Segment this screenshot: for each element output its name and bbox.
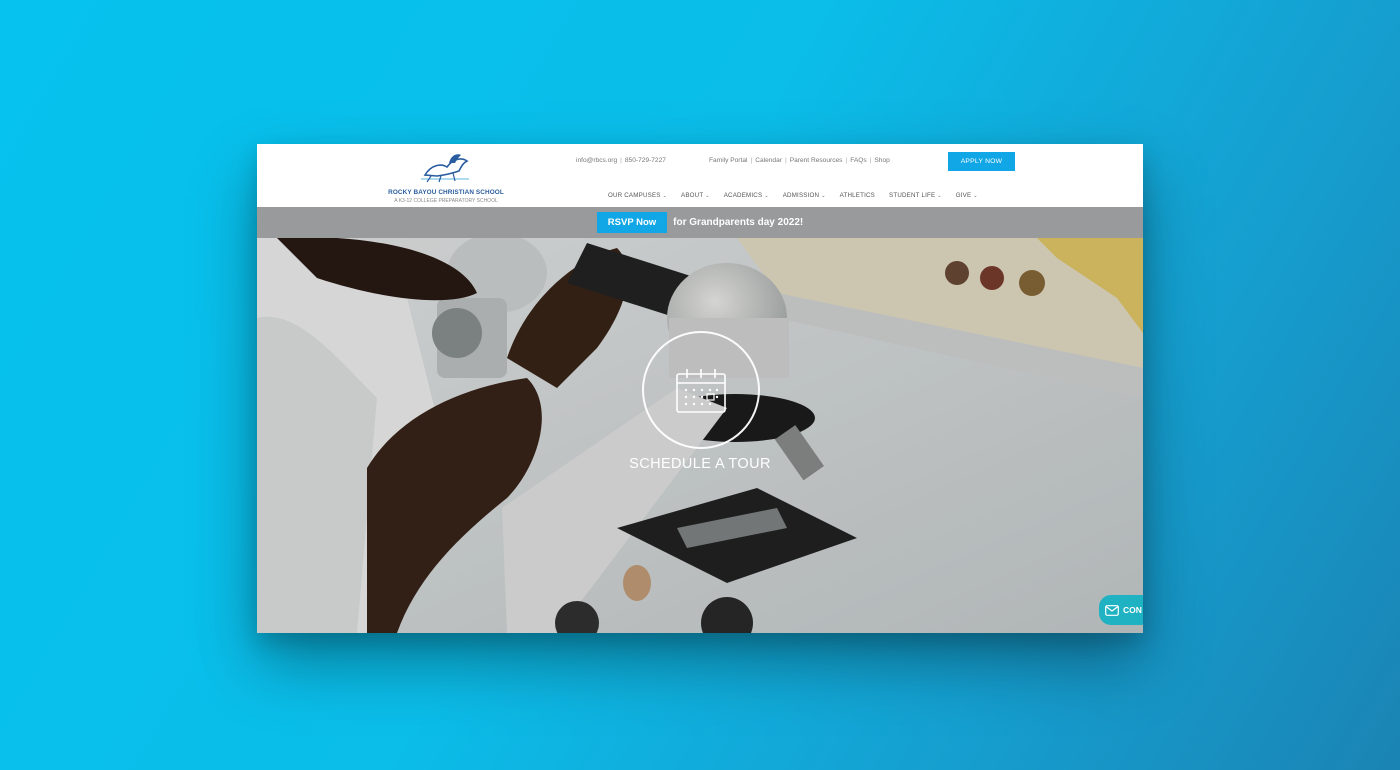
site-header: ROCKY BAYOU CHRISTIAN SCHOOL A K3-12 COL… [257, 144, 1143, 207]
nav-item-admission[interactable]: ADMISSION ⌄ [783, 192, 826, 199]
chevron-down-icon: ⌄ [705, 192, 710, 199]
nav-item-student-life[interactable]: STUDENT LIFE ⌄ [889, 192, 942, 199]
calendar-icon [676, 369, 726, 413]
nav-item-about[interactable]: ABOUT ⌄ [681, 192, 710, 199]
nav-label: OUR CAMPUSES [608, 192, 661, 199]
chevron-down-icon: ⌄ [937, 192, 942, 199]
banner-text: for Grandparents day 2022! [673, 217, 804, 228]
envelope-icon [1105, 604, 1119, 616]
nav-item-athletics[interactable]: ATHLETICS [840, 192, 875, 199]
nav-label: ADMISSION [782, 192, 820, 199]
chevron-down-icon: ⌄ [764, 192, 769, 199]
nav-label: ACADEMICS [723, 192, 763, 199]
nav-item-give[interactable]: GIVE ⌄ [956, 192, 978, 199]
school-logo[interactable]: ROCKY BAYOU CHRISTIAN SCHOOL A K3-12 COL… [385, 151, 507, 204]
contact-info: info@rbcs.org | 850-729-7227 [576, 157, 666, 164]
rsvp-now-button[interactable]: RSVP Now [596, 212, 668, 233]
main-nav: OUR CAMPUSES ⌄ ABOUT ⌄ ACADEMICS ⌄ ADMISSIO… [608, 192, 992, 199]
utility-link-calendar[interactable]: Calendar [755, 157, 782, 164]
schedule-tour-label[interactable]: SCHEDULE A TOUR [600, 456, 800, 472]
chevron-down-icon: ⌄ [821, 192, 826, 199]
schedule-tour-button[interactable] [642, 331, 760, 449]
school-tagline: A K3-12 COLLEGE PREPARATORY SCHOOL [394, 198, 498, 204]
chevron-down-icon: ⌄ [973, 192, 978, 199]
utility-link-parent-resources[interactable]: Parent Resources [790, 157, 843, 164]
nav-label: GIVE [955, 192, 972, 199]
horse-rider-logo-icon [421, 154, 469, 183]
nav-label: ATHLETICS [839, 192, 876, 199]
email-link[interactable]: info@rbcs.org [576, 157, 617, 164]
utility-link-shop[interactable]: Shop [874, 157, 889, 164]
nav-label: STUDENT LIFE [889, 192, 936, 199]
chevron-down-icon: ⌄ [662, 192, 667, 199]
nav-label: ABOUT [681, 192, 704, 199]
phone-link[interactable]: 850-729-7227 [625, 157, 666, 164]
school-name: ROCKY BAYOU CHRISTIAN SCHOOL [388, 189, 504, 196]
apply-now-button[interactable]: APPLY NOW [948, 152, 1015, 171]
browser-viewport: ROCKY BAYOU CHRISTIAN SCHOOL A K3-12 COL… [257, 144, 1143, 633]
announcement-banner: RSVP Now for Grandparents day 2022! [257, 207, 1143, 238]
utility-link-family-portal[interactable]: Family Portal [709, 157, 747, 164]
utility-links: Family Portal | Calendar | Parent Resources |… [709, 157, 890, 164]
utility-link-faqs[interactable]: FAQs [850, 157, 867, 164]
contact-widget-label: CON [1123, 605, 1142, 615]
nav-item-academics[interactable]: ACADEMICS ⌄ [724, 192, 769, 199]
hero-section: SCHEDULE A TOUR CON [257, 238, 1143, 633]
nav-item-our-campuses[interactable]: OUR CAMPUSES ⌄ [608, 192, 667, 199]
contact-widget[interactable]: CON [1099, 595, 1143, 625]
